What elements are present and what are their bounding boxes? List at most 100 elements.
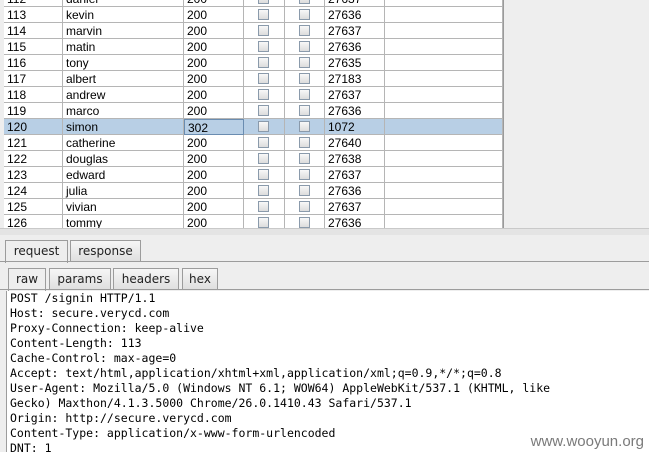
timeout-checkbox[interactable]: [299, 153, 310, 164]
request-id-cell: 123: [4, 167, 63, 183]
status-cell: 200: [184, 103, 244, 119]
timeout-checkbox[interactable]: [299, 185, 310, 196]
raw-request-editor[interactable]: POST /signin HTTP/1.1 Host: secure.verycd…: [6, 291, 649, 452]
length-cell: 27637: [325, 23, 385, 39]
timeout-checkbox[interactable]: [299, 25, 310, 36]
table-row[interactable]: 113 kevin 200 27636: [4, 7, 503, 23]
tab-hex[interactable]: hex: [182, 268, 218, 290]
length-cell: 27636: [325, 103, 385, 119]
timeout-checkbox-cell: [285, 71, 325, 87]
timeout-checkbox[interactable]: [299, 41, 310, 52]
table-row[interactable]: 114 marvin 200 27637: [4, 23, 503, 39]
table-row[interactable]: 117 albert 200 27183: [4, 71, 503, 87]
timeout-checkbox[interactable]: [299, 105, 310, 116]
table-row[interactable]: 121 catherine 200 27640: [4, 135, 503, 151]
error-checkbox[interactable]: [258, 57, 269, 68]
timeout-checkbox[interactable]: [299, 57, 310, 68]
table-row[interactable]: 115 matin 200 27636: [4, 39, 503, 55]
comment-cell: [385, 39, 503, 55]
error-checkbox-cell: [244, 39, 285, 55]
tab-request[interactable]: request: [5, 240, 68, 263]
table-row[interactable]: 124 julia 200 27636: [4, 183, 503, 199]
table-row[interactable]: 126 tommy 200 27636: [4, 215, 503, 228]
timeout-checkbox[interactable]: [299, 201, 310, 212]
table-row[interactable]: 118 andrew 200 27637: [4, 87, 503, 103]
request-id-cell: 115: [4, 39, 63, 55]
tab-params[interactable]: params: [49, 268, 111, 290]
error-checkbox[interactable]: [258, 0, 269, 4]
watermark: www.wooyun.org: [528, 433, 646, 450]
error-checkbox[interactable]: [258, 217, 269, 228]
error-checkbox[interactable]: [258, 25, 269, 36]
status-cell: 200: [184, 0, 244, 7]
error-checkbox[interactable]: [258, 201, 269, 212]
payload-cell: catherine: [63, 135, 184, 151]
table-row[interactable]: 112daniel200 27637: [4, 0, 503, 7]
payload-cell: andrew: [63, 87, 184, 103]
payload-cell: vivian: [63, 199, 184, 215]
request-id-cell: 125: [4, 199, 63, 215]
error-checkbox[interactable]: [258, 137, 269, 148]
subtab-strip-border: [0, 289, 649, 290]
table-row[interactable]: 123 edward 200 27637: [4, 167, 503, 183]
timeout-checkbox[interactable]: [299, 137, 310, 148]
tab-headers[interactable]: headers: [113, 268, 179, 290]
timeout-checkbox-cell: [285, 199, 325, 215]
status-cell: 200: [184, 215, 244, 228]
length-cell: 27637: [325, 199, 385, 215]
table-row[interactable]: 116 tony 200 27635: [4, 55, 503, 71]
comment-cell: [385, 103, 503, 119]
timeout-checkbox[interactable]: [299, 121, 310, 132]
comment-cell: [385, 71, 503, 87]
comment-cell: [385, 183, 503, 199]
comment-cell: [385, 119, 503, 135]
error-checkbox[interactable]: [258, 185, 269, 196]
timeout-checkbox[interactable]: [299, 73, 310, 84]
error-checkbox-cell: [244, 151, 285, 167]
split-pane-divider[interactable]: [0, 228, 649, 235]
table-row[interactable]: 119 marco 200 27636: [4, 103, 503, 119]
status-cell: 200: [184, 23, 244, 39]
request-id-cell: 124: [4, 183, 63, 199]
error-checkbox-cell: [244, 23, 285, 39]
error-checkbox[interactable]: [258, 41, 269, 52]
status-cell: 200: [184, 87, 244, 103]
tab-response[interactable]: response: [70, 240, 141, 262]
comment-cell: [385, 135, 503, 151]
timeout-checkbox[interactable]: [299, 9, 310, 20]
table-row[interactable]: 122 douglas 200 27638: [4, 151, 503, 167]
error-checkbox[interactable]: [258, 121, 269, 132]
request-line: User-Agent: Mozilla/5.0 (Windows NT 6.1;…: [10, 381, 551, 395]
timeout-checkbox[interactable]: [299, 89, 310, 100]
error-checkbox[interactable]: [258, 169, 269, 180]
timeout-checkbox-cell: [285, 55, 325, 71]
error-checkbox[interactable]: [258, 9, 269, 20]
payload-cell: simon: [63, 119, 184, 135]
status-cell: 200: [184, 71, 244, 87]
status-cell: 200: [184, 7, 244, 23]
request-id-cell: 113: [4, 7, 63, 23]
error-checkbox[interactable]: [258, 153, 269, 164]
comment-cell: [385, 87, 503, 103]
timeout-checkbox[interactable]: [299, 169, 310, 180]
length-cell: 27183: [325, 71, 385, 87]
timeout-checkbox-cell: [285, 183, 325, 199]
tab-raw[interactable]: raw: [8, 268, 46, 291]
timeout-checkbox-cell: [285, 167, 325, 183]
request-id-cell: 121: [4, 135, 63, 151]
length-cell: 27640: [325, 135, 385, 151]
request-id-cell: 117: [4, 71, 63, 87]
status-cell: 200: [184, 199, 244, 215]
error-checkbox[interactable]: [258, 105, 269, 116]
status-cell: 302: [184, 119, 244, 135]
table-row[interactable]: 120 simon 302 1072: [4, 119, 503, 135]
request-id-cell: 120: [4, 119, 63, 135]
timeout-checkbox[interactable]: [299, 217, 310, 228]
timeout-checkbox-cell: [285, 135, 325, 151]
timeout-checkbox[interactable]: [299, 0, 310, 4]
error-checkbox[interactable]: [258, 89, 269, 100]
status-cell: 200: [184, 167, 244, 183]
error-checkbox[interactable]: [258, 73, 269, 84]
request-id-cell: 122: [4, 151, 63, 167]
table-row[interactable]: 125 vivian 200 27637: [4, 199, 503, 215]
